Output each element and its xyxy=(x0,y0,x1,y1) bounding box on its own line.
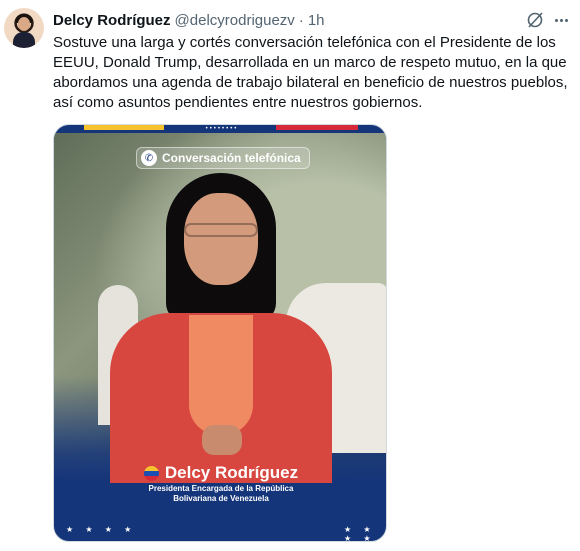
avatar-body xyxy=(13,32,35,48)
venezuela-flag-icon xyxy=(143,465,159,481)
caption-subtitle: Presidenta Encargada de la República Bol… xyxy=(54,484,386,504)
person-top xyxy=(189,315,253,435)
person-hands xyxy=(202,425,242,455)
flag-yellow-bar xyxy=(84,125,164,130)
more-icon[interactable] xyxy=(551,10,571,30)
media-photo xyxy=(54,133,386,483)
tweet-media[interactable]: •••••••• ✆ Conversación telefónica Delcy… xyxy=(53,124,387,542)
caption-subtitle-line1: Presidenta Encargada de la República xyxy=(148,484,294,493)
avatar-face xyxy=(18,17,30,31)
tweet[interactable]: Delcy Rodríguez @delcyrodriguezv · 1h So… xyxy=(0,0,580,551)
author-handle[interactable]: @delcyrodriguezv xyxy=(175,12,295,29)
flag-red-bar xyxy=(276,125,358,130)
grok-icon[interactable] xyxy=(525,10,545,30)
flag-stars: •••••••• xyxy=(205,126,239,132)
author-name[interactable]: Delcy Rodríguez xyxy=(53,12,171,29)
stars-right: ★ ★ ★ ★ xyxy=(344,525,376,542)
tweet-time[interactable]: 1h xyxy=(308,12,325,29)
avatar[interactable] xyxy=(4,8,44,48)
phone-icon: ✆ xyxy=(141,150,157,166)
call-badge-label: Conversación telefónica xyxy=(162,151,301,165)
caption-name-text: Delcy Rodríguez xyxy=(164,463,299,482)
separator-dot: · xyxy=(298,11,304,29)
stars-left: ★ ★ ★ ★ xyxy=(66,525,137,534)
tweet-text: Sostuve una larga y cortés conversación … xyxy=(53,34,568,111)
person-glasses xyxy=(184,223,258,237)
tweet-header: Delcy Rodríguez @delcyrodriguezv · 1h xyxy=(53,10,325,30)
call-badge: ✆ Conversación telefónica xyxy=(136,147,310,169)
person-face xyxy=(184,193,258,285)
caption-subtitle-line2: Bolivariana de Venezuela xyxy=(173,494,269,503)
caption-name: Delcy Rodríguez xyxy=(54,463,386,483)
